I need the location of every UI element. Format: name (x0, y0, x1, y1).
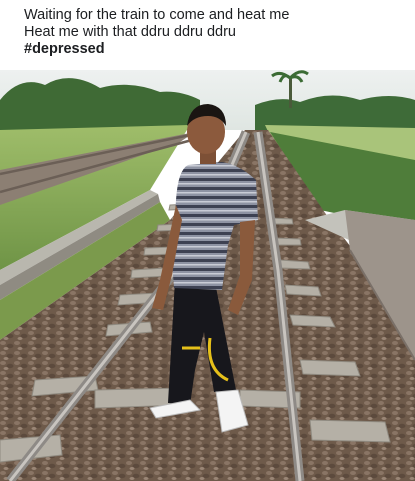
hashtag-link[interactable]: #depressed (24, 41, 405, 58)
caption-line-1: Waiting for the train to come and heat m… (24, 7, 290, 23)
post-caption: Waiting for the train to come and heat m… (0, 0, 415, 70)
post-photo[interactable] (0, 70, 415, 481)
caption-line-2: Heat me with that ddru ddru ddru (24, 24, 236, 40)
railway-photo-icon (0, 70, 415, 481)
